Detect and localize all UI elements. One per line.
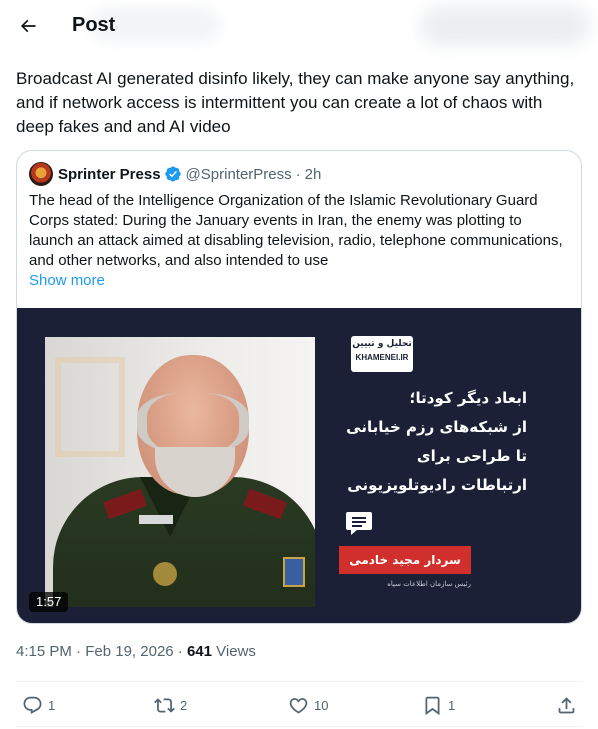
views-label: Views <box>216 643 256 660</box>
back-button[interactable] <box>14 12 42 40</box>
speaker-title-label: رئیس سازمان اطلاعات سپاه <box>387 580 471 588</box>
heart-icon <box>289 697 308 714</box>
post-time[interactable]: 4:15 PM <box>16 643 72 660</box>
retweet-button[interactable]: 2 <box>154 693 187 717</box>
reply-icon <box>23 696 42 714</box>
quoted-author-handle[interactable]: @SprinterPress <box>186 166 292 183</box>
like-count: 10 <box>314 697 329 713</box>
khamenei-logo: تحلیل و تبیین KHAMENEI.IR <box>351 336 413 372</box>
headline-line: از شبکه‌های رزم خیابانی <box>346 418 527 436</box>
page-title: Post <box>72 14 116 36</box>
logo-text-fa: تحلیل و تبیین <box>352 339 412 349</box>
avatar[interactable] <box>29 162 53 186</box>
separator: · <box>295 165 301 183</box>
action-bar: 1 2 10 1 <box>0 690 598 720</box>
video-thumbnail <box>45 337 315 607</box>
page-header: Post <box>0 0 598 53</box>
headline-line: ارتباطات رادیوتلویزیونی <box>347 476 527 494</box>
headline-line: تا طراحی برای <box>416 447 527 465</box>
share-button[interactable] <box>556 693 577 717</box>
bookmark-button[interactable]: 1 <box>422 693 455 717</box>
views-count: 641 <box>186 643 212 660</box>
video-headline: ابعاد دیگر کودتا؛ از شبکه‌های رزم خیابان… <box>331 384 527 500</box>
separator: · <box>76 643 82 660</box>
retweet-count: 2 <box>180 697 188 713</box>
blurred-region <box>420 6 590 46</box>
headline-line: ابعاد دیگر کودتا؛ <box>409 389 528 407</box>
arrow-left-icon <box>20 19 36 33</box>
divider <box>16 681 582 682</box>
speaker-name-label: سردار مجید خادمی <box>339 546 471 574</box>
verified-badge-icon <box>164 165 182 183</box>
post-meta: 4:15 PM · Feb 19, 2026 · 641 Views <box>16 643 256 660</box>
show-more-link[interactable]: Show more <box>29 272 105 289</box>
quoted-author-name[interactable]: Sprinter Press <box>58 166 161 183</box>
bookmark-count: 1 <box>448 697 456 713</box>
separator: · <box>177 643 183 660</box>
logo-text-en: KHAMENEI.IR <box>355 353 409 362</box>
reply-button[interactable]: 1 <box>22 693 55 717</box>
quoted-post-header: Sprinter Press @SprinterPress · 2h <box>29 162 322 186</box>
quoted-post-text: The head of the Intelligence Organizatio… <box>29 192 563 269</box>
tweet-text: Broadcast AI generated disinfo likely, t… <box>16 69 575 136</box>
quoted-post-time[interactable]: 2h <box>305 166 322 183</box>
retweet-icon <box>154 697 175 713</box>
video-player[interactable]: تحلیل و تبیین KHAMENEI.IR ابعاد دیگر کود… <box>17 308 581 623</box>
post-date[interactable]: Feb 19, 2026 <box>85 643 173 660</box>
divider <box>16 726 582 727</box>
chat-bubble-icon <box>345 509 373 537</box>
reply-count: 1 <box>48 697 56 713</box>
share-icon <box>558 696 575 713</box>
bookmark-icon <box>425 696 440 715</box>
like-button[interactable]: 10 <box>288 693 328 717</box>
video-duration: 1:57 <box>29 592 69 612</box>
quoted-post[interactable]: Sprinter Press @SprinterPress · 2h The h… <box>16 150 582 624</box>
